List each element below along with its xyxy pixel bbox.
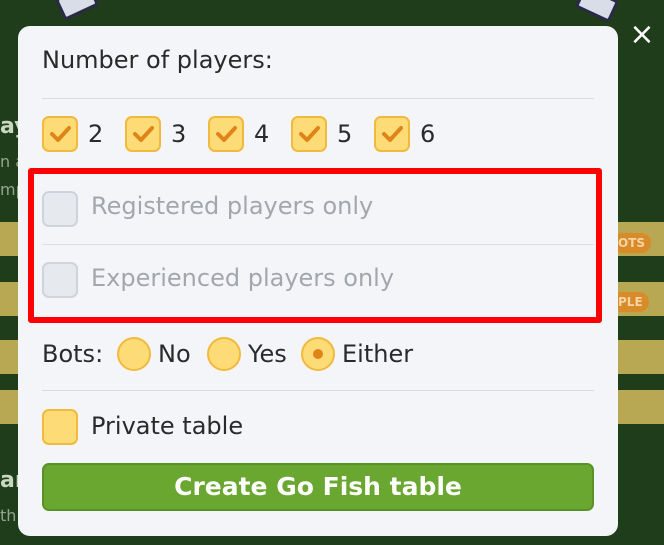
players-3-label: 3 xyxy=(171,120,187,148)
players-4-label: 4 xyxy=(254,120,270,148)
bots-either-radio[interactable] xyxy=(301,337,335,371)
radio-selected-dot xyxy=(313,349,323,359)
bots-no-radio[interactable] xyxy=(117,337,151,371)
check-icon xyxy=(382,126,403,142)
highlight-box xyxy=(28,168,602,323)
bots-no-label: No xyxy=(158,340,191,368)
bots-label: Bots: xyxy=(42,340,104,368)
players-2-checkbox[interactable] xyxy=(42,116,78,152)
bg-text: th xyxy=(0,506,17,525)
players-3-checkbox[interactable] xyxy=(125,116,161,152)
close-icon[interactable]: × xyxy=(628,20,656,50)
players-2-label: 2 xyxy=(88,120,104,148)
check-icon xyxy=(133,126,154,142)
divider xyxy=(42,390,594,391)
card-icon xyxy=(54,0,100,21)
players-label: Number of players: xyxy=(42,46,273,74)
create-table-modal: Number of players: 2 3 4 5 6 Registered … xyxy=(18,26,618,536)
players-5-label: 5 xyxy=(337,120,353,148)
card-icon xyxy=(574,0,620,23)
bots-yes-radio[interactable] xyxy=(207,337,241,371)
check-icon xyxy=(216,126,237,142)
create-table-button[interactable]: Create Go Fish table xyxy=(42,463,594,511)
private-table-checkbox[interactable] xyxy=(42,409,78,445)
check-icon xyxy=(50,126,71,142)
private-table-label: Private table xyxy=(91,412,244,440)
bots-either-label: Either xyxy=(342,340,414,368)
players-6-label: 6 xyxy=(420,120,436,148)
players-6-checkbox[interactable] xyxy=(374,116,410,152)
check-icon xyxy=(299,126,320,142)
players-5-checkbox[interactable] xyxy=(291,116,327,152)
divider xyxy=(42,98,594,99)
players-4-checkbox[interactable] xyxy=(208,116,244,152)
bots-yes-label: Yes xyxy=(248,340,287,368)
